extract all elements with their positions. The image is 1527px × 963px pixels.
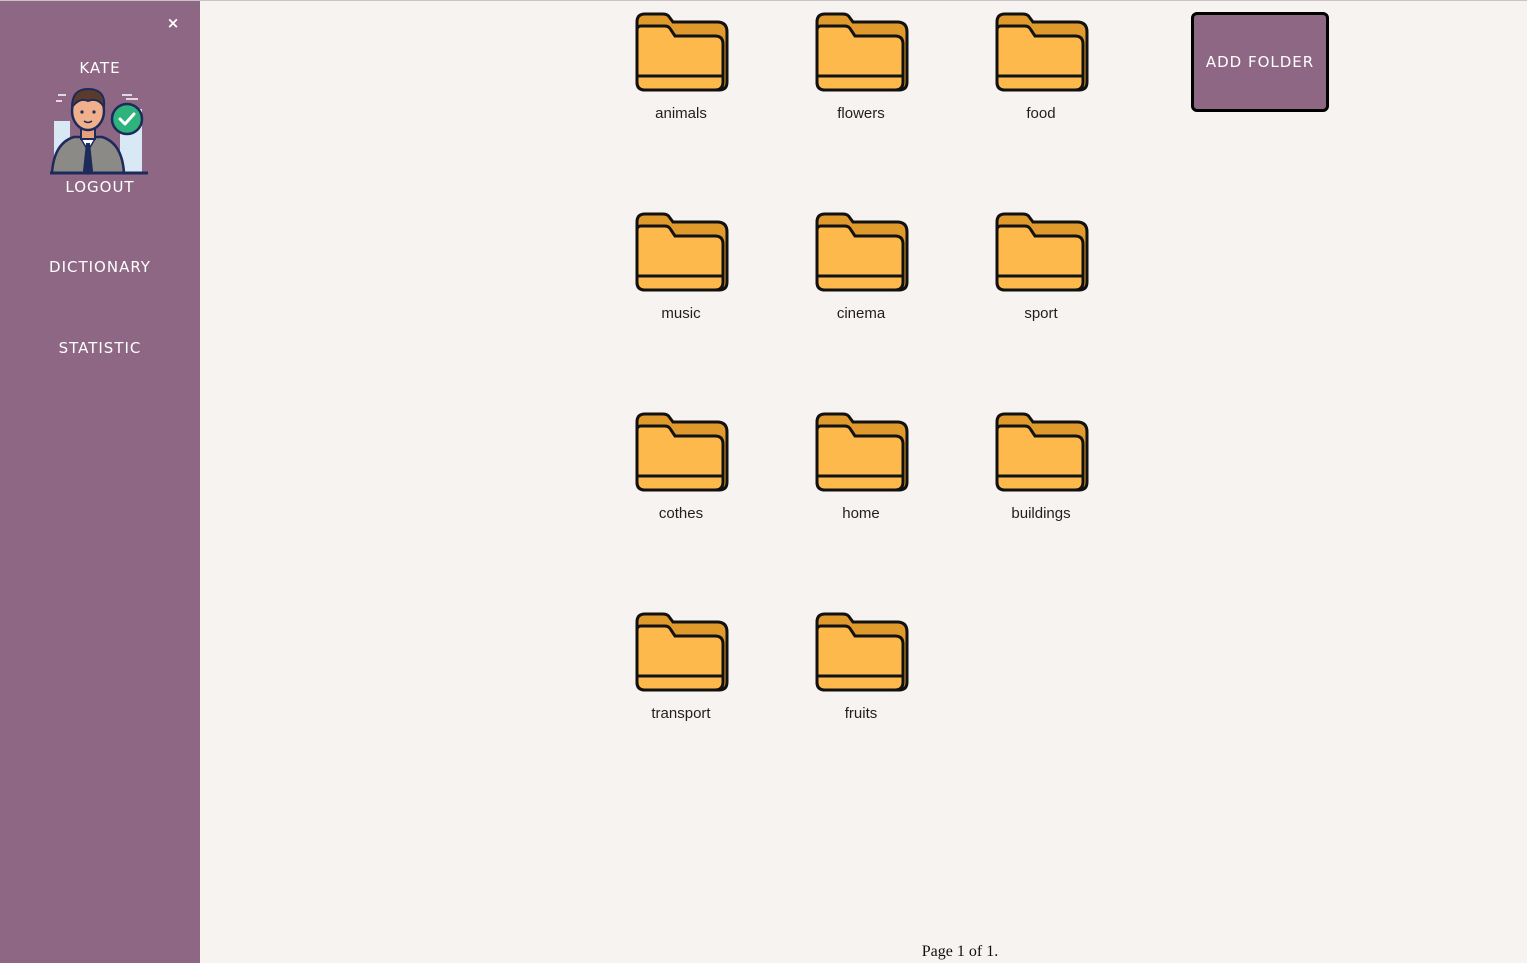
user-avatar	[50, 87, 148, 175]
folder-item[interactable]: buildings	[961, 412, 1121, 532]
folder-item[interactable]: music	[601, 212, 761, 332]
folder-icon	[995, 412, 1089, 492]
folder-label: sport	[1024, 305, 1058, 322]
sidebar: × KATE LOGOUT DICTIONARY STATISTIC	[0, 1, 200, 963]
folder-item[interactable]: transport	[601, 612, 761, 732]
folder-icon	[815, 12, 909, 92]
folder-item[interactable]: food	[961, 12, 1121, 132]
folder-item[interactable]: cinema	[781, 212, 941, 332]
folder-icon	[995, 12, 1089, 92]
folder-label: flowers	[837, 105, 885, 122]
folder-icon	[635, 212, 729, 292]
close-icon[interactable]: ×	[164, 13, 182, 33]
folder-label: transport	[651, 705, 711, 722]
top-border	[0, 0, 1527, 1]
folder-icon	[815, 412, 909, 492]
folder-label: home	[842, 505, 880, 522]
folder-icon	[635, 12, 729, 92]
folder-item[interactable]: cothes	[601, 412, 761, 532]
folder-icon	[635, 612, 729, 692]
pagination-info: Page 1 of 1.	[921, 943, 999, 960]
folder-icon	[995, 212, 1089, 292]
folder-item[interactable]: flowers	[781, 12, 941, 132]
folder-label: buildings	[1011, 505, 1071, 522]
folder-label: cinema	[836, 305, 886, 322]
folder-label: food	[1026, 105, 1056, 122]
folder-label: fruits	[844, 705, 878, 722]
folder-item[interactable]: animals	[601, 12, 761, 132]
folder-icon	[635, 412, 729, 492]
folder-item[interactable]: fruits	[781, 612, 941, 732]
folder-label: animals	[655, 105, 707, 122]
add-folder-button[interactable]: ADD FOLDER	[1191, 12, 1329, 112]
folder-icon	[815, 612, 909, 692]
nav-dictionary[interactable]: DICTIONARY	[0, 258, 200, 276]
folder-icon	[815, 212, 909, 292]
logout-link[interactable]: LOGOUT	[0, 178, 200, 196]
folder-item[interactable]: home	[781, 412, 941, 532]
folder-label: music	[661, 305, 701, 322]
user-name: KATE	[79, 59, 121, 77]
nav-statistic[interactable]: STATISTIC	[0, 339, 200, 357]
folder-label: cothes	[658, 505, 704, 522]
folder-item[interactable]: sport	[961, 212, 1121, 332]
